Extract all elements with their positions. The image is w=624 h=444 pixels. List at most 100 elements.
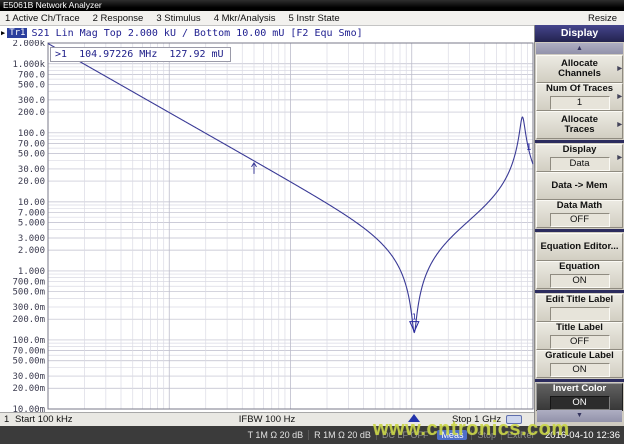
softkey-value — [550, 307, 610, 321]
y-axis-tick-label: 10.00 — [18, 198, 45, 208]
status-t-1m-20-db: T 1M Ω 20 dB — [243, 430, 309, 440]
softkey-group-separator — [535, 290, 624, 293]
y-axis-tick-label: 500.0m — [12, 288, 45, 298]
softkey-label: Allocate Channels — [558, 59, 601, 80]
marker-number-label: 1 — [412, 313, 417, 322]
softkey-scroll-down-button[interactable]: ▼ — [537, 410, 622, 422]
menu-item-resize[interactable]: Resize — [588, 13, 617, 24]
softkey-value: ON — [550, 396, 610, 410]
trace-summary-text: S21 Lin Mag Top 2.000 kU / Bottom 10.00 … — [31, 28, 362, 39]
y-axis-tick-label: 2.000 — [18, 246, 45, 256]
softkey-allocate-traces[interactable]: Allocate Traces ▶ — [536, 111, 623, 139]
y-axis-tick-label: 3.000 — [18, 234, 45, 244]
menu-item-3-stimulus[interactable]: 3 Stimulus — [156, 13, 200, 24]
graticule-plot-area[interactable]: 2.000k1.000k700.0500.0300.0200.0100.070.… — [0, 40, 534, 412]
softkey-title-label[interactable]: Title LabelOFF — [536, 322, 623, 350]
softkey-edit-title-label[interactable]: Edit Title Label — [536, 294, 623, 322]
marker-readout-box: >1 104.97226 MHz 127.92 mU — [50, 47, 231, 62]
y-axis-tick-label: 2.000k — [12, 40, 45, 49]
softkey-data-mem[interactable]: Data -> Mem — [536, 172, 623, 200]
trace-up-arrow-icon — [252, 163, 257, 174]
softkey-display[interactable]: DisplayData ▶ — [536, 144, 623, 172]
softkey-label: Allocate Traces — [561, 115, 598, 136]
y-axis-tick-label: 30.00m — [12, 372, 45, 382]
trace-end-number-label: 1 — [526, 143, 531, 153]
softkey-value: Data — [550, 157, 610, 171]
y-axis-tick-label: 30.00 — [18, 165, 45, 175]
network-analyzer-screen: E5061B Network Analyzer 1 Active Ch/Trac… — [0, 0, 624, 444]
menu-item-5-instr-state[interactable]: 5 Instr State — [288, 13, 339, 24]
menu-items: 1 Active Ch/Trace 2 Response 3 Stimulus 4 M… — [5, 13, 340, 24]
softkey-invert-color[interactable]: Invert ColorON — [536, 383, 623, 411]
softkey-label: Edit Title Label — [546, 295, 613, 306]
softkey-data-math[interactable]: Data MathOFF — [536, 200, 623, 228]
plot-svg: 2.000k1.000k700.0500.0300.0200.0100.070.… — [0, 40, 534, 412]
softkey-panel: Display ▲ Allocate Channels▶Num Of Trace… — [534, 25, 624, 426]
status-dc-lf-off: DC LF OFF — [376, 430, 434, 440]
y-axis-tick-label: 10.00m — [12, 405, 45, 412]
y-axis-tick-label: 500.0 — [18, 81, 45, 91]
softkey-group-separator — [535, 229, 624, 232]
y-axis-tick-label: 100.0m — [12, 336, 45, 346]
y-axis-tick-label: 20.00 — [18, 177, 45, 187]
y-axis-tick-label: 300.0m — [12, 303, 45, 313]
softkey-value: 1 — [550, 96, 610, 110]
softkey-scroll-up-button[interactable]: ▲ — [536, 43, 623, 54]
softkey-graticule-label[interactable]: Graticule LabelON — [536, 350, 623, 378]
softkey-label: Data -> Mem — [551, 181, 607, 192]
softkey-label: Equation Editor... — [540, 242, 618, 253]
softkey-label: Display — [563, 145, 597, 156]
softkey-buttons: Allocate Channels▶Num Of Traces1▶Allocat… — [535, 55, 624, 411]
softkey-label: Num Of Traces — [546, 84, 613, 95]
submenu-arrow-icon: ▶ — [617, 120, 622, 131]
y-axis-tick-label: 7.000 — [18, 209, 45, 219]
window-title-bar: E5061B Network Analyzer — [0, 0, 624, 11]
softkey-group-separator — [535, 379, 624, 382]
softkey-allocate-channels[interactable]: Allocate Channels ▶ — [536, 55, 623, 83]
trace-id-badge[interactable]: Tr1 — [7, 28, 27, 38]
scroll-up-icon: ▲ — [576, 45, 583, 52]
softkey-group-separator — [535, 140, 624, 143]
y-axis-tick-label: 200.0 — [18, 108, 45, 118]
scroll-down-icon: ▼ — [576, 412, 583, 419]
y-axis-tick-label: 50.00m — [12, 357, 45, 367]
softkey-label: Equation — [559, 262, 600, 273]
submenu-arrow-icon: ▶ — [617, 64, 622, 75]
softkey-menu-title: Display — [535, 25, 624, 42]
y-axis-tick-label: 20.00m — [12, 384, 45, 394]
menu-item-2-response[interactable]: 2 Response — [93, 13, 144, 24]
y-axis-tick-label: 50.00 — [18, 150, 45, 160]
softkey-label: Graticule Label — [545, 351, 614, 362]
status-meas: Meas — [437, 430, 467, 440]
stimulus-bar: 1 Start 100 kHz IFBW 100 Hz Stop 1 GHz — [0, 412, 534, 426]
softkey-equation[interactable]: EquationON — [536, 261, 623, 289]
softkey-label: Data Math — [557, 201, 602, 212]
menu-bar: 1 Active Ch/Trace 2 Response 3 Stimulus 4 M… — [0, 11, 624, 26]
softkey-label: Title Label — [556, 323, 603, 334]
status-stop: Stop — [471, 430, 501, 440]
softkey-value: ON — [550, 363, 610, 377]
softkey-value: OFF — [550, 335, 610, 349]
y-axis-tick-label: 70.00m — [12, 347, 45, 357]
submenu-arrow-icon: ▶ — [617, 92, 622, 103]
menu-item-4-mkr-analysis[interactable]: 4 Mkr/Analysis — [214, 13, 276, 24]
status-r-1m-20-db: R 1M Ω 20 dB — [308, 430, 376, 440]
y-axis-tick-label: 70.00 — [18, 140, 45, 150]
marker-stimulus-indicator-icon[interactable] — [408, 414, 420, 422]
softkey-num-of-traces[interactable]: Num Of Traces1 ▶ — [536, 83, 623, 111]
softkey-equation-editor[interactable]: Equation Editor... — [536, 233, 623, 261]
marker-1-symbol[interactable]: 1 — [410, 313, 419, 332]
status-extref: ExtRef — [501, 430, 539, 440]
active-trace-arrow-icon: ▶ — [1, 29, 5, 37]
status-indicators: T 1M Ω 20 dBR 1M Ω 20 dBDC LF OFFMeas Sto… — [243, 430, 539, 440]
trace-status-bar[interactable]: ▶ Tr1 S21 Lin Mag Top 2.000 kU / Bottom … — [0, 26, 534, 40]
keyboard-icon[interactable] — [506, 415, 522, 424]
menu-item-1-active-ch-trace[interactable]: 1 Active Ch/Trace — [5, 13, 80, 24]
y-axis-tick-label: 5.000 — [18, 219, 45, 229]
y-axis-labels: 2.000k1.000k700.0500.0300.0200.0100.070.… — [12, 40, 45, 412]
y-axis-tick-label: 700.0 — [18, 70, 45, 80]
y-axis-tick-label: 700.0m — [12, 278, 45, 288]
plot-grid — [48, 43, 533, 409]
submenu-arrow-icon: ▶ — [617, 153, 622, 164]
marker-triangle-icon — [410, 322, 419, 332]
